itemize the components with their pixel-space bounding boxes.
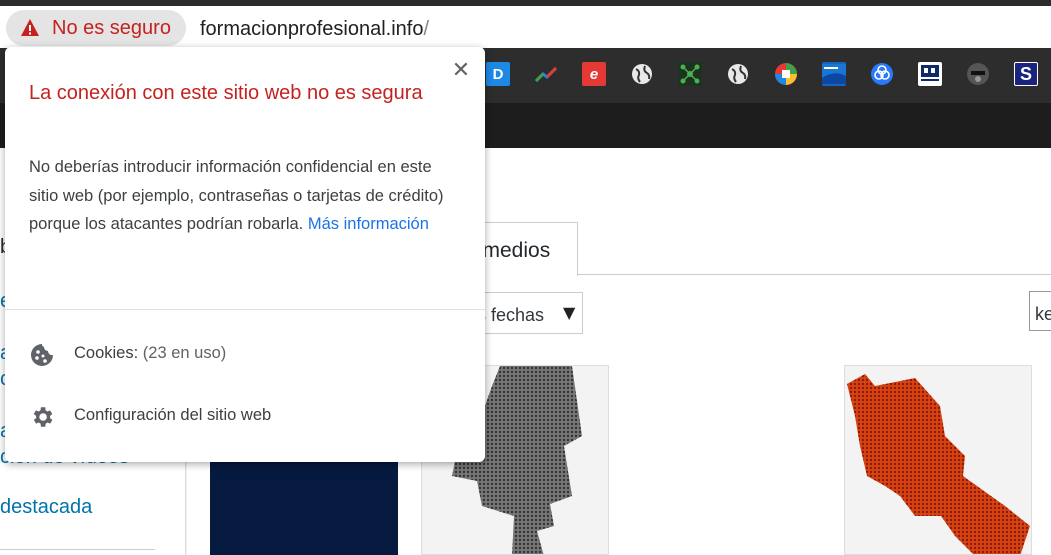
site-info-popup: La conexión con este sitio web no es seg… — [5, 47, 485, 462]
bookmark-globe-icon-2[interactable] — [726, 62, 750, 86]
security-chip[interactable]: No es seguro — [6, 10, 186, 46]
bookmark-calendar-icon[interactable] — [918, 62, 942, 86]
red-key-image — [847, 374, 1030, 554]
cookies-text: Cookies: — [74, 344, 139, 362]
popup-divider — [5, 309, 485, 310]
more-info-link[interactable]: Más información — [308, 215, 429, 233]
url-path: / — [423, 18, 430, 40]
bookmark-circles-icon[interactable] — [870, 62, 894, 86]
close-icon[interactable]: ✕ — [449, 59, 473, 83]
search-value: ke — [1035, 304, 1051, 324]
bookmark-globe-icon[interactable] — [630, 62, 654, 86]
bookmark-colorwheel-icon[interactable] — [774, 62, 798, 86]
media-thumbnail-red-key[interactable] — [844, 365, 1032, 555]
bookmark-trend-icon[interactable] — [534, 62, 558, 86]
url-text[interactable]: formacionprofesional.info/ — [200, 18, 429, 41]
bookmark-avatar-icon[interactable] — [966, 62, 990, 86]
search-input[interactable]: ke — [1029, 291, 1051, 331]
cookie-icon — [31, 344, 53, 366]
site-settings-row[interactable]: Configuración del sitio web — [5, 391, 485, 441]
media-thumbnail-navy[interactable] — [210, 460, 398, 555]
date-filter-value: s fechas — [477, 305, 545, 325]
popup-title: La conexión con este sitio web no es seg… — [29, 82, 423, 104]
site-settings-label: Configuración del sitio web — [74, 406, 272, 424]
bookmark-network-icon[interactable] — [678, 62, 702, 86]
security-label: No es seguro — [52, 16, 171, 39]
gear-icon — [33, 407, 53, 427]
bookmark-autoform-icon[interactable] — [822, 62, 846, 86]
dropdown-arrow-icon: ▼ — [563, 303, 576, 322]
sidebar-divider — [0, 549, 155, 550]
bookmark-d-icon[interactable]: D — [486, 62, 510, 86]
cookies-label: Cookies: (23 en uso) — [74, 344, 226, 363]
cookies-row[interactable]: Cookies: (23 en uso) — [5, 329, 485, 379]
bookmark-e-icon[interactable]: e — [582, 62, 606, 86]
address-bar[interactable]: No es seguro formacionprofesional.info/ — [0, 6, 1051, 48]
popup-description: No deberías introducir información confi… — [29, 153, 459, 239]
bookmark-s-icon[interactable]: S — [1014, 62, 1038, 86]
warning-icon — [21, 19, 39, 36]
sidebar-item-featured[interactable]: destacada — [0, 496, 92, 519]
tab-baseline — [578, 274, 1051, 275]
cookies-count: (23 en uso) — [142, 344, 227, 362]
url-host: formacionprofesional.info — [200, 18, 424, 40]
